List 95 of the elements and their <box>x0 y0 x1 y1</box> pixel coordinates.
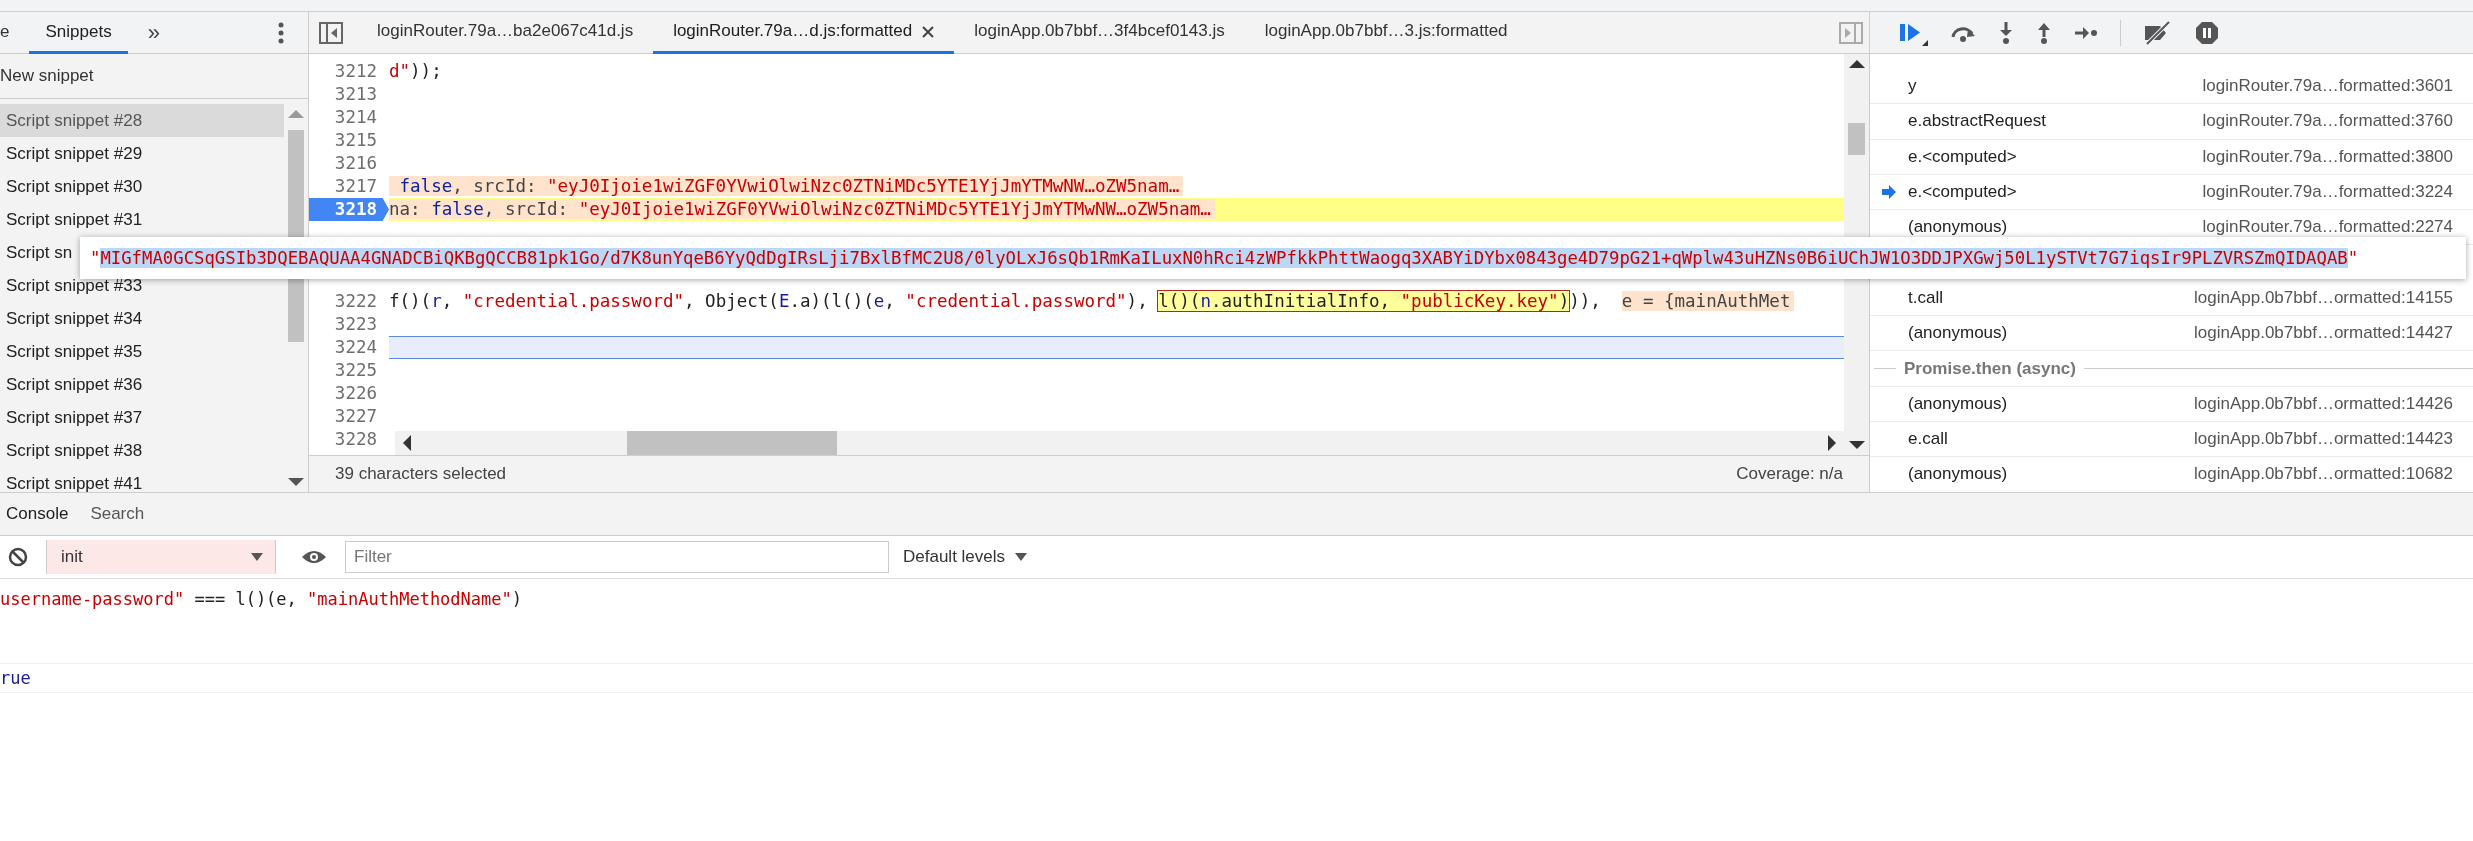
more-options-icon[interactable] <box>278 21 284 44</box>
scroll-down-icon[interactable] <box>1848 441 1865 451</box>
more-tabs-button[interactable]: » <box>127 19 170 46</box>
snippet-item[interactable]: Script snippet #30 <box>0 170 284 203</box>
source-location[interactable]: loginRouter.79a…formatted:3800 <box>2202 146 2473 167</box>
panel-tab[interactable]: Snippets <box>29 11 128 54</box>
function-name: e.<computed> <box>1908 146 2018 167</box>
function-name: (anonymous) <box>1908 393 2009 414</box>
function-name: (anonymous) <box>1908 464 2009 485</box>
line-number[interactable]: 3228 <box>309 428 383 451</box>
call-frame[interactable]: e.<computed> loginRouter.79a…formatted:3800 <box>1870 139 2473 175</box>
call-frame[interactable]: t.call loginApp.0b7bbf…ormatted:14155 <box>1870 280 2473 317</box>
file-tab[interactable]: loginApp.0b7bbf…3f4bcef0143.js <box>954 11 1245 54</box>
caret-icon <box>251 553 263 561</box>
panel-tab[interactable]: e <box>0 11 22 54</box>
source-location[interactable]: loginApp.0b7bbf…ormatted:14426 <box>2194 393 2473 414</box>
source-location[interactable]: loginRouter.79a…formatted:3224 <box>2202 182 2473 203</box>
horizontal-scrollbar[interactable] <box>395 431 1844 455</box>
call-frame[interactable]: (anonymous) loginApp.0b7bbf…ormatted:10682 <box>1870 457 2473 492</box>
line-number[interactable]: 3214 <box>309 106 383 129</box>
function-name: (anonymous) <box>1908 323 2009 344</box>
code-line: false, srcId: "eyJ0Ijoie1wiZGF0YVwiOlwiNzc0ZTNiMDc5YTE1YjJmYTMwNW…oZW5nam… <box>389 175 1844 198</box>
line-number[interactable]: 3222 <box>309 290 383 313</box>
line-number[interactable]: 3215 <box>309 129 383 152</box>
call-frame[interactable]: e.abstractRequest loginRouter.79a…formatted:3760 <box>1870 104 2473 140</box>
step-into-icon[interactable] <box>1998 20 2014 45</box>
source-location[interactable]: loginRouter.79a…formatted:3760 <box>2202 111 2473 132</box>
tooltip-value: "MIGfMA0GCSqGSIb3DQEBAQUAA4GNADCBiQKBgQCCB81pk1Go/d7K8unYqeB6YyQdDgIRsLji7BxlBfMC2U8/0lyOLxJ6sQb1RmKaILuxN0hRci4zWPfkkPhttWaogq3XABYiDYbx0843ge4D79pG21+qWplw43uHZNs0B6iUChJW1O3DDJPXGwj50L1ySTVt7G7iqsIr9PLZVRSZmQIDAQAB" <box>90 248 2359 268</box>
source-location[interactable]: loginRouter.79a…formatted:2274 <box>2202 217 2473 238</box>
call-frame[interactable]: (anonymous) loginApp.0b7bbf…ormatted:14427 <box>1870 316 2473 352</box>
line-number[interactable]: 3226 <box>309 382 383 405</box>
deactivate-breakpoints-icon[interactable] <box>2143 20 2173 45</box>
line-number[interactable]: 3218 <box>309 198 389 221</box>
scroll-right-icon[interactable] <box>1828 435 1838 451</box>
toggle-navigator-icon[interactable] <box>319 21 343 44</box>
source-location[interactable]: loginRouter.79a…formatted:3601 <box>2202 76 2473 97</box>
function-name: e.abstractRequest <box>1908 111 2047 132</box>
close-icon[interactable] <box>922 26 935 38</box>
line-number[interactable]: 3213 <box>309 83 383 106</box>
snippet-item[interactable]: Script snippet #38 <box>0 434 284 467</box>
source-location[interactable]: loginApp.0b7bbf…ormatted:10682 <box>2194 464 2473 485</box>
log-levels-dropdown[interactable]: Default levels <box>903 547 1028 567</box>
source-location[interactable]: loginApp.0b7bbf…ormatted:14427 <box>2194 323 2473 344</box>
line-number[interactable]: 3217 <box>309 175 383 198</box>
function-name: e.call <box>1908 429 1949 450</box>
snippet-item[interactable]: Script snippet #29 <box>0 137 284 170</box>
scrollbar-thumb[interactable] <box>1848 123 1865 155</box>
source-location[interactable]: loginApp.0b7bbf…ormatted:14155 <box>2194 287 2473 308</box>
snippet-item[interactable]: Script snippet #36 <box>0 368 284 401</box>
scroll-left-icon[interactable] <box>401 435 411 451</box>
code-line: f()(r, "credential.password", Object(E.a)(l()(e, "credential.password"), l()(n.authInitialInfo, "publicKey.key"))), e = {mainAuthMet <box>389 290 1844 313</box>
line-number[interactable]: 3216 <box>309 152 383 175</box>
snippet-item[interactable]: Script snippet #35 <box>0 335 284 368</box>
filter-field[interactable]: Filter <box>345 541 889 573</box>
file-tab[interactable]: loginRouter.79a…ba2e067c41d.js <box>357 11 654 54</box>
clear-console-icon[interactable] <box>8 547 28 567</box>
source-location[interactable]: loginApp.0b7bbf…ormatted:14423 <box>2194 429 2473 450</box>
function-name: y <box>1908 76 1918 97</box>
caret-icon <box>1015 553 1028 561</box>
line-number[interactable]: 3224 <box>309 336 383 359</box>
line-number[interactable]: 3212 <box>309 60 383 83</box>
function-name: e.<computed> <box>1908 182 2018 203</box>
toggle-debugger-icon[interactable] <box>1839 21 1863 44</box>
context-selector[interactable]: init <box>46 540 276 574</box>
async-label: Promise.then (async) <box>1904 358 2076 379</box>
line-number[interactable]: 3223 <box>309 313 383 336</box>
selection-status: 39 characters selected <box>335 464 507 484</box>
call-frame[interactable]: e.<computed> loginRouter.79a…formatted:3224 <box>1870 174 2473 211</box>
eye-icon[interactable] <box>301 549 327 565</box>
line-number[interactable]: 3225 <box>309 359 383 382</box>
console-result-text: rue <box>0 668 31 688</box>
call-frame[interactable]: e.call loginApp.0b7bbf…ormatted:14423 <box>1870 421 2473 458</box>
line-number[interactable]: 3227 <box>309 405 383 428</box>
scrollbar-thumb[interactable] <box>627 431 837 455</box>
pause-exceptions-icon[interactable] <box>2195 20 2219 45</box>
drawer-tab[interactable]: Console <box>0 494 85 534</box>
drawer-tab[interactable]: Search <box>84 494 161 534</box>
file-tab[interactable]: loginApp.0b7bbf…3.js:formatted <box>1244 11 1528 54</box>
snippet-item[interactable]: Script snippet #37 <box>0 401 284 434</box>
new-snippet-button[interactable]: New snippet <box>0 54 308 99</box>
file-tab[interactable]: loginRouter.79a…d.js:formatted <box>653 11 955 54</box>
coverage-status: Coverage: n/a <box>1736 464 1843 484</box>
call-frame[interactable]: (anonymous) loginApp.0b7bbf…ormatted:14426 <box>1870 386 2473 422</box>
function-name: t.call <box>1908 287 1944 308</box>
snippet-item[interactable]: Script snippet #41 <box>0 467 284 492</box>
scroll-up-icon[interactable] <box>1848 58 1865 68</box>
snippet-item[interactable]: Script snippet #28 <box>0 104 284 137</box>
call-frame[interactable]: y loginRouter.79a…formatted:3601 <box>1870 69 2473 105</box>
console-input-text: username-password" === l()(e, "mainAuthMethodName") <box>0 589 522 609</box>
code-line: d")); <box>389 60 443 83</box>
scroll-down-icon[interactable] <box>288 478 304 488</box>
snippet-item[interactable]: Script snippet #31 <box>0 203 284 236</box>
snippet-item[interactable]: Script snippet #34 <box>0 302 284 335</box>
step-icon[interactable] <box>2074 24 2098 41</box>
function-name: (anonymous) <box>1908 217 2009 238</box>
